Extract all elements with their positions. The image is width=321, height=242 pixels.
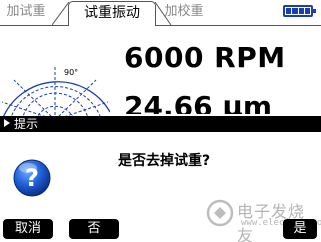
tab-trial-weight-vibration[interactable]: 试重振动 — [68, 1, 156, 26]
cancel-button[interactable]: 取消 — [3, 219, 53, 239]
amplitude-readout: 24.66 μm — [124, 90, 273, 114]
polar-plot: 90° — [1, 65, 110, 120]
tab-add-trial-weight[interactable]: 加试重 — [2, 2, 50, 24]
dialog-title-bar: 提示 — [0, 116, 321, 132]
question-icon: ? — [13, 159, 51, 197]
tab-baseline — [0, 25, 321, 26]
watermark-logo-icon — [206, 199, 234, 227]
rpm-readout: 6000 RPM — [124, 41, 286, 74]
tab-add-correction-weight[interactable]: 加校重 — [160, 2, 208, 24]
tab-bar: 加试重 试重振动 加校重 — [0, 0, 321, 26]
svg-text:?: ? — [25, 164, 39, 192]
battery-icon — [283, 5, 316, 17]
dialog-title: 提示 — [14, 117, 39, 131]
polar-angle-label: 90° — [64, 68, 78, 77]
play-arrow-icon — [4, 119, 10, 127]
dialog-message: 是否去掉试重? — [118, 153, 211, 169]
no-button[interactable]: 否 — [69, 219, 119, 239]
yes-button[interactable]: 是 — [283, 219, 317, 239]
